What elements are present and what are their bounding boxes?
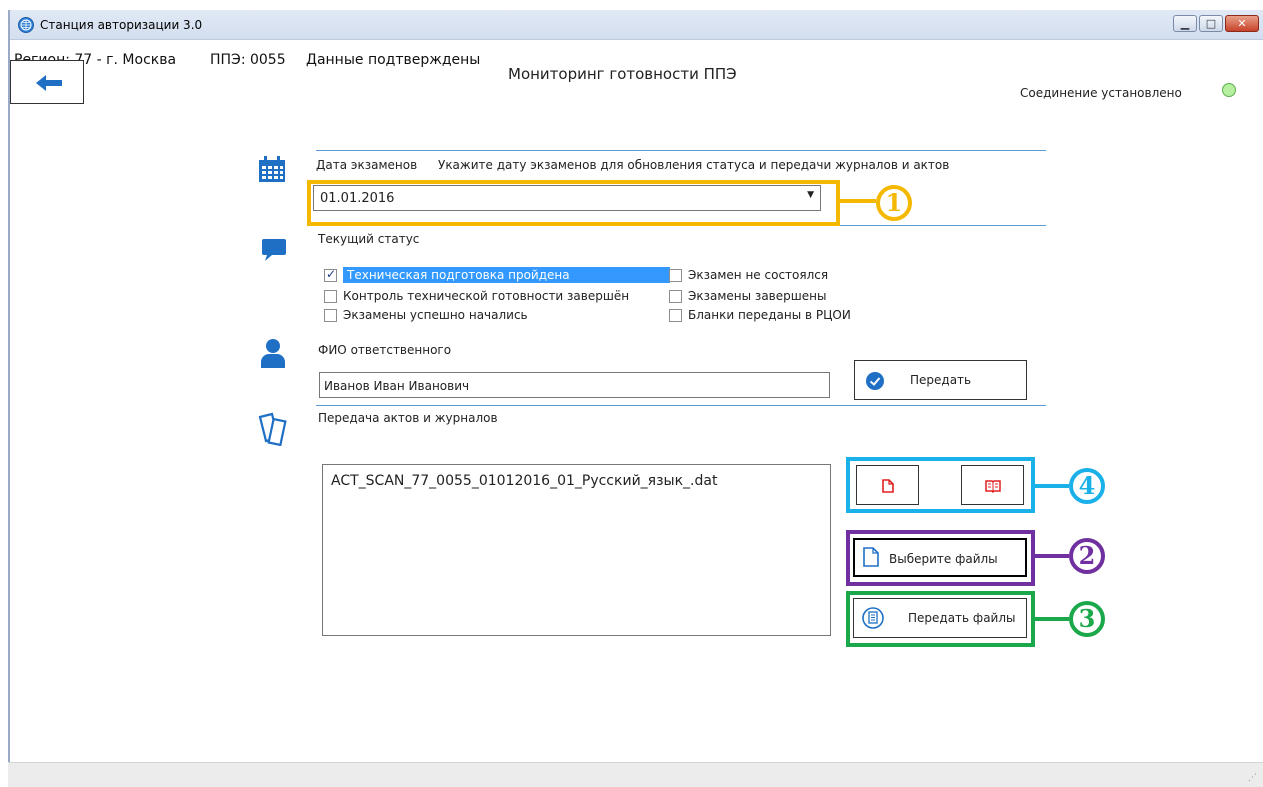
transfer-label: Передача актов и журналов [318, 411, 498, 425]
close-button[interactable]: ✕ [1225, 15, 1259, 32]
status-checkbox-exams-started[interactable]: Экзамены успешно начались [324, 306, 528, 324]
calendar-icon [259, 156, 285, 182]
highlight-connector-3 [1035, 617, 1069, 621]
submit-status-label: Передать [910, 373, 972, 387]
status-checkbox-tech-prep[interactable]: Техническая подготовка пройдена [324, 266, 670, 284]
documents-icon [258, 412, 287, 446]
ppe-label: ППЭ: 0055 [210, 52, 286, 68]
annotation-marker-3: 3 [1069, 601, 1105, 637]
file-list[interactable]: ACT_SCAN_77_0055_01012016_01_Русский_язы… [322, 464, 831, 636]
highlight-box-1 [307, 180, 840, 226]
checkbox-checked-icon[interactable] [324, 267, 337, 282]
maximize-button[interactable]: □ [1199, 15, 1223, 32]
status-bar: ⋰ [8, 762, 1263, 787]
app-window: Станция авторизации 3.0 ▁ □ ✕ Регион: 77… [8, 10, 1263, 787]
responsible-name-value: Иванов Иван Иванович [324, 379, 470, 393]
highlight-connector-1 [840, 199, 876, 203]
responsible-label: ФИО ответственного [318, 343, 452, 357]
status-checkbox-tech-control[interactable]: Контроль технической готовности завершён [324, 287, 629, 305]
minimize-button[interactable]: ▁ [1173, 15, 1197, 32]
annotation-marker-4: 4 [1069, 468, 1105, 504]
checkbox-icon[interactable] [669, 308, 682, 322]
title-bar[interactable]: Станция авторизации 3.0 ▁ □ ✕ [10, 10, 1263, 40]
chat-bubble-icon [262, 239, 286, 261]
checkbox-icon[interactable] [324, 289, 337, 303]
close-icon: ✕ [1237, 17, 1247, 30]
annotation-marker-2: 2 [1069, 538, 1105, 574]
separator [316, 405, 1046, 406]
resize-grip-icon[interactable]: ⋰ [1248, 773, 1257, 783]
info-bar: Регион: 77 - г. Москва ППЭ: 0055 Данные … [10, 40, 1263, 68]
person-icon [261, 339, 285, 368]
data-status-label: Данные подтверждены [306, 52, 481, 68]
list-item[interactable]: ACT_SCAN_77_0055_01012016_01_Русский_язы… [331, 473, 717, 489]
connection-status: Соединение установлено [1020, 86, 1182, 100]
status-checkbox-exams-finished[interactable]: Экзамены завершены [669, 287, 826, 305]
back-button[interactable] [10, 60, 84, 104]
annotation-marker-1: 1 [876, 185, 912, 221]
status-label: Текущий статус [318, 232, 420, 246]
responsible-name-input[interactable]: Иванов Иван Иванович [319, 372, 830, 398]
highlight-box-4 [846, 457, 1035, 513]
connection-indicator-icon [1222, 83, 1236, 97]
highlight-connector-2 [1035, 554, 1069, 558]
arrow-left-icon [36, 75, 62, 91]
checkbox-icon[interactable] [669, 289, 682, 303]
submit-status-button[interactable]: Передать [854, 360, 1027, 400]
maximize-icon: □ [1205, 17, 1217, 30]
separator [316, 150, 1046, 151]
checkbox-icon[interactable] [324, 308, 337, 322]
highlight-box-3 [846, 591, 1035, 647]
page-title: Мониторинг готовности ППЭ [508, 65, 737, 83]
status-checkbox-exam-cancelled[interactable]: Экзамен не состоялся [669, 266, 828, 284]
app-globe-icon [18, 17, 34, 33]
exam-date-hint: Укажите дату экзаменов для обновления ст… [438, 158, 950, 172]
highlight-box-2 [846, 530, 1035, 586]
window-title: Станция авторизации 3.0 [40, 18, 203, 32]
exam-date-label: Дата экзаменов [316, 158, 418, 172]
highlight-connector-4 [1035, 484, 1069, 488]
minimize-icon: ▁ [1180, 17, 1190, 30]
check-circle-icon [866, 372, 884, 390]
checkbox-icon[interactable] [669, 268, 682, 282]
status-checkbox-forms-sent[interactable]: Бланки переданы в РЦОИ [669, 306, 851, 324]
